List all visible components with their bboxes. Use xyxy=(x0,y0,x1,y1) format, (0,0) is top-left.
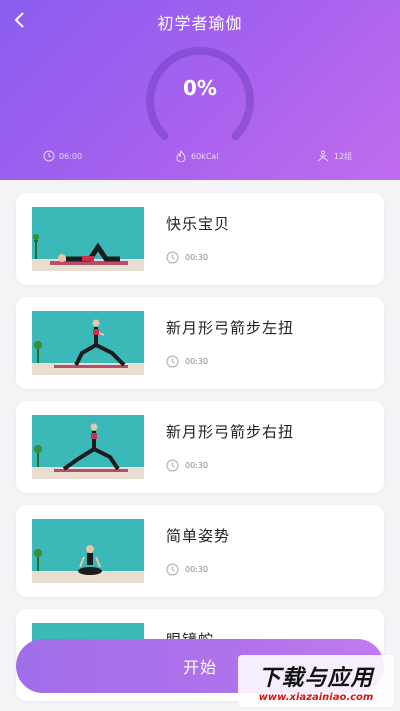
exercise-title: 简单姿势 xyxy=(166,527,231,545)
exercise-thumbnail xyxy=(32,519,144,583)
page-title: 初学者瑜伽 xyxy=(157,14,243,33)
stat-calories-value: 60kCal xyxy=(191,151,219,161)
watermark-sub: www.xiazainiao.com xyxy=(258,691,374,703)
exercise-title: 新月形弓箭步右扭 xyxy=(166,423,295,441)
progress-percent: 0% xyxy=(183,76,217,100)
exercise-title: 快乐宝贝 xyxy=(166,215,231,233)
header: 初学者瑜伽 0% 06:00 60kCal 12组 xyxy=(0,0,400,180)
exercise-title: 新月形弓箭步左扭 xyxy=(166,319,295,337)
exercise-duration-value: 00:30 xyxy=(185,461,209,470)
stat-time-value: 06:00 xyxy=(59,151,83,161)
exercise-duration: 00:30 xyxy=(166,251,208,264)
stat-groups: 12组 xyxy=(316,150,352,162)
exercise-duration-value: 00:30 xyxy=(185,253,209,262)
exercise-card[interactable]: 新月形弓箭步右扭 00:30 xyxy=(16,401,384,493)
exercise-duration-value: 00:30 xyxy=(185,565,209,574)
exercise-duration: 00:30 xyxy=(166,459,208,472)
stat-calories: 60kCal xyxy=(175,150,219,162)
exercise-duration-value: 00:30 xyxy=(185,357,209,366)
watermark: 下载与应用 www.xiazainiao.com xyxy=(238,655,394,707)
exercise-duration: 00:30 xyxy=(166,563,208,576)
clock-icon xyxy=(166,355,179,368)
exercise-thumbnail xyxy=(32,207,144,271)
stat-time: 06:00 xyxy=(43,150,82,162)
clock-icon xyxy=(166,459,179,472)
exercise-duration: 00:30 xyxy=(166,355,208,368)
clock-icon xyxy=(166,563,179,576)
clock-icon xyxy=(166,251,179,264)
exercise-card[interactable]: 新月形弓箭步左扭 00:30 xyxy=(16,297,384,389)
exercise-card[interactable]: 快乐宝贝 00:30 xyxy=(16,193,384,285)
stat-groups-value: 12组 xyxy=(334,151,353,161)
clock-icon xyxy=(43,150,55,162)
watermark-main: 下载与应用 xyxy=(258,665,374,691)
flame-icon xyxy=(176,150,186,162)
exercise-thumbnail xyxy=(32,311,144,375)
exercise-card[interactable]: 简单姿势 00:30 xyxy=(16,505,384,597)
yoga-pose-icon xyxy=(317,150,329,162)
exercise-thumbnail xyxy=(32,415,144,479)
